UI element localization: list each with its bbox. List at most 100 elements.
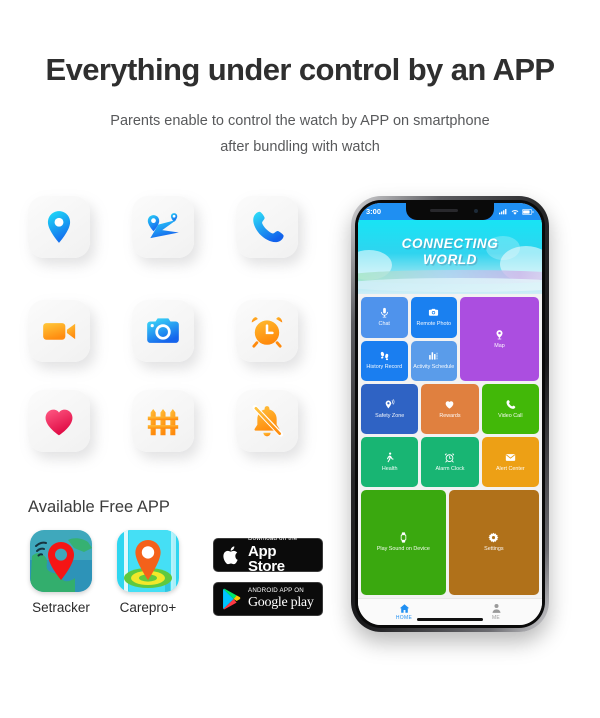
location-pin-icon xyxy=(40,208,78,246)
app-banner: CONNECTING WORLD xyxy=(358,220,542,294)
tile-label: Safety Zone xyxy=(375,412,405,419)
battery-icon xyxy=(522,208,534,215)
tile-rewards[interactable]: Rewards xyxy=(421,384,479,434)
tile-health[interactable]: Health xyxy=(361,437,419,487)
walking-person-icon xyxy=(384,452,395,466)
google-play-logo-icon xyxy=(221,588,242,610)
setracker-app-name: Setracker xyxy=(32,600,90,615)
tile-label: Activity Schedule xyxy=(413,364,455,371)
page-title: Everything under control by an APP xyxy=(45,52,556,87)
tile-chat[interactable]: Chat xyxy=(361,297,408,338)
home-icon xyxy=(399,603,410,614)
feature-tile-heart[interactable] xyxy=(28,390,90,452)
alarm-clock-icon xyxy=(248,312,286,350)
tile-label: Alert Center xyxy=(495,465,525,472)
tile-row-3: Health Alarm Clock Alert Center xyxy=(361,437,539,487)
feature-tile-bell-muted[interactable] xyxy=(236,390,298,452)
phone-notch xyxy=(406,203,494,220)
tile-history-record[interactable]: History Record xyxy=(361,340,408,381)
google-play-badge[interactable]: ANDROID APP ON Google play xyxy=(213,582,323,616)
heart-icon xyxy=(40,402,78,440)
feature-tile-phone-call[interactable] xyxy=(236,196,298,258)
footsteps-icon xyxy=(379,350,390,364)
tile-safety-zone[interactable]: Safety Zone xyxy=(361,384,419,434)
alarm-clock-icon xyxy=(444,452,455,466)
tile-label: Alarm Clock xyxy=(435,465,465,472)
map-pin-icon xyxy=(494,329,505,343)
page-subtitle: Parents enable to control the watch by A… xyxy=(0,108,600,160)
tile-grid: Chat Remote Photo History Record Activit… xyxy=(358,294,542,598)
camera-icon xyxy=(428,307,439,321)
banner-wave xyxy=(358,278,542,292)
setracker-app-icon xyxy=(30,530,92,592)
gear-icon xyxy=(488,532,499,546)
tile-stack-left: Chat Remote Photo History Record Activit… xyxy=(361,297,457,381)
app-store-bottom-text: App Store xyxy=(248,543,285,576)
feature-tile-fence[interactable] xyxy=(132,390,194,452)
status-bar-time: 3:00 xyxy=(366,207,382,216)
app-setracker[interactable]: Setracker xyxy=(30,530,99,615)
carepro-app-icon xyxy=(117,530,179,592)
feature-tile-route-tracking[interactable] xyxy=(132,196,194,258)
envelope-icon xyxy=(505,452,516,466)
video-camera-icon xyxy=(40,312,78,350)
app-store-badge[interactable]: Download on the App Store xyxy=(213,534,323,576)
tile-remote-photo[interactable]: Remote Photo xyxy=(410,297,457,338)
apple-logo-icon xyxy=(221,545,242,566)
camera-icon xyxy=(144,312,182,350)
tile-label: Health xyxy=(381,465,398,472)
tile-settings[interactable]: Settings xyxy=(448,490,539,595)
feature-tile-camera[interactable] xyxy=(132,300,194,362)
phone-screen: 3:00 CONNECTING WORLD Chat Remote Photo … xyxy=(358,203,542,625)
tile-label: Chat xyxy=(378,320,390,327)
tile-alarm-clock[interactable]: Alarm Clock xyxy=(421,437,479,487)
tile-label: Remote Photo xyxy=(416,320,451,327)
feature-tile-alarm-clock[interactable] xyxy=(236,300,298,362)
microphone-icon xyxy=(379,307,390,321)
phone-bezel: 3:00 CONNECTING WORLD Chat Remote Photo … xyxy=(355,200,545,628)
tile-activity-schedule[interactable]: Activity Schedule xyxy=(410,340,457,381)
tile-play-sound-on-device[interactable]: Play Sound on Device xyxy=(361,490,446,595)
tile-alert-center[interactable]: Alert Center xyxy=(481,437,539,487)
subtitle-line-2: after bundling with watch xyxy=(220,139,380,155)
carepro-app-name: Carepro+ xyxy=(119,600,177,615)
feature-tile-location[interactable] xyxy=(28,196,90,258)
bell-muted-icon xyxy=(248,402,286,440)
geofence-pin-icon xyxy=(384,398,395,413)
app-store-top-text: Download on the xyxy=(248,534,298,542)
tile-label: Video Call xyxy=(498,412,523,419)
app-carepro[interactable]: Carepro+ xyxy=(117,530,186,615)
fence-safety-zone-icon xyxy=(144,402,182,440)
phone-call-icon xyxy=(248,208,286,246)
watch-icon xyxy=(398,532,409,546)
feature-tile-video-camera[interactable] xyxy=(28,300,90,362)
chart-bars-icon xyxy=(428,350,439,364)
front-camera-icon xyxy=(473,208,478,213)
tile-label: History Record xyxy=(366,364,403,371)
nav-item-label: ME xyxy=(491,615,501,621)
tile-row-4: Play Sound on Device Settings xyxy=(361,490,539,595)
tile-row-1: Chat Remote Photo History Record Activit… xyxy=(361,297,539,381)
earpiece-speaker-icon xyxy=(430,209,458,212)
tile-map[interactable]: Map xyxy=(460,297,539,381)
app-store-text: Download on the App Store xyxy=(248,534,315,576)
tile-substack-row: History Record Activity Schedule xyxy=(361,340,457,381)
heart-icon xyxy=(444,399,455,413)
tile-label: Rewards xyxy=(439,412,461,419)
cellular-signal-icon xyxy=(499,208,508,215)
available-apps-label: Available Free APP xyxy=(28,498,170,516)
tile-video-call[interactable]: Video Call xyxy=(481,384,539,434)
home-indicator xyxy=(417,618,483,621)
phone-icon xyxy=(505,399,516,413)
banner-title-line-2: WORLD xyxy=(423,252,477,267)
banner-title-line-1: CONNECTING xyxy=(401,236,499,251)
nav-item-label: HOME xyxy=(395,615,413,621)
smartphone-mockup: 3:00 CONNECTING WORLD Chat Remote Photo … xyxy=(351,196,549,632)
tile-label: Map xyxy=(494,342,505,349)
route-tracking-icon xyxy=(144,208,182,246)
subtitle-line-1: Parents enable to control the watch by A… xyxy=(110,113,490,129)
status-bar-indicators xyxy=(499,208,534,215)
tile-label: Settings xyxy=(484,546,504,553)
banner-title: CONNECTING WORLD xyxy=(358,236,542,268)
google-play-text: ANDROID APP ON Google play xyxy=(248,587,314,610)
